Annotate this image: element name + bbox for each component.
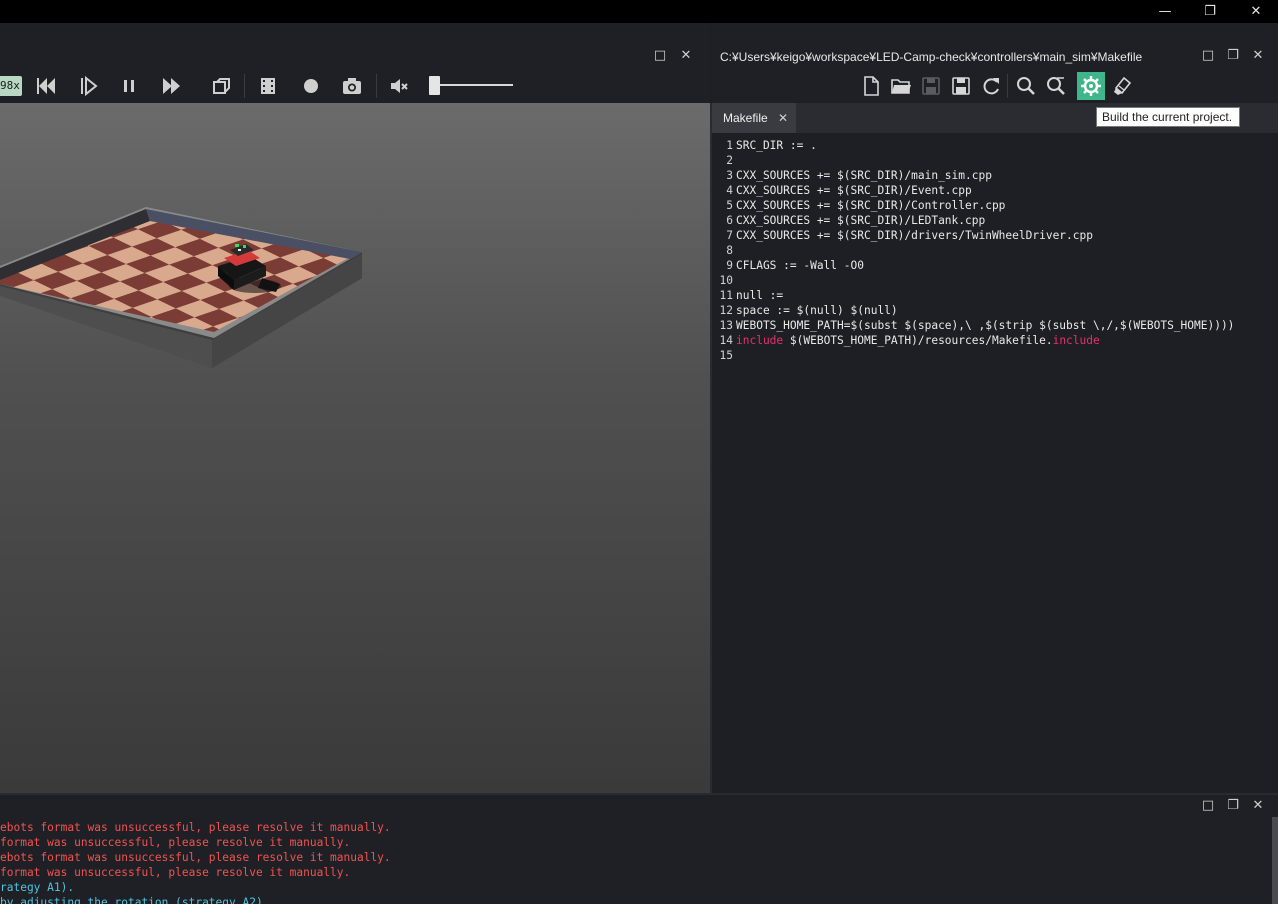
line-number: 12: [719, 304, 733, 317]
toolbar-separator: [376, 74, 377, 98]
code-line[interactable]: 9 CFLAGS := -Wall -O0: [712, 258, 864, 273]
console-line: ebots format was unsuccessful, please re…: [0, 821, 391, 834]
console-header: [0, 795, 1278, 817]
code-text: SRC_DIR := .: [736, 139, 817, 152]
minimize-button[interactable]: —: [1142, 0, 1188, 23]
code-text: CXX_SOURCES += $(SRC_DIR)/Event.cpp: [736, 184, 972, 197]
maximize-editor-button[interactable]: □: [1201, 49, 1215, 63]
code-text: CXX_SOURCES += $(SRC_DIR)/drivers/TwinWh…: [736, 229, 1093, 242]
reset-view-icon[interactable]: [209, 74, 233, 98]
new-file-icon[interactable]: [859, 74, 883, 98]
console-line: by adjusting the rotation (strategy A2).: [0, 896, 270, 904]
code-line[interactable]: 12 space := $(null) $(null): [712, 303, 898, 318]
step-back-icon[interactable]: [34, 74, 58, 98]
code-text: CXX_SOURCES += $(SRC_DIR)/main_sim.cpp: [736, 169, 992, 182]
code-text: CXX_SOURCES += $(SRC_DIR)/LEDTank.cpp: [736, 214, 986, 227]
gutter-gap: [733, 243, 736, 258]
find-icon[interactable]: [1014, 74, 1038, 98]
code-line[interactable]: 3 CXX_SOURCES += $(SRC_DIR)/main_sim.cpp: [712, 168, 992, 183]
pause-icon[interactable]: [117, 74, 141, 98]
line-number: 11: [719, 289, 733, 302]
console-line: format was unsuccessful, please resolve …: [0, 866, 351, 879]
gutter-gap: [733, 153, 736, 168]
build-tooltip: Build the current project.: [1096, 107, 1240, 127]
line-number: 4: [726, 184, 733, 197]
keyword-text: include: [1052, 334, 1100, 347]
code-text: CFLAGS := -Wall -O0: [736, 259, 864, 272]
webots-window: — ❐ ✕ □ ✕ 98x C:¥Users¥keigo¥workspace¥L…: [0, 0, 1278, 904]
record-icon[interactable]: [299, 74, 323, 98]
fast-forward-icon[interactable]: [160, 74, 184, 98]
close-3d-view-button[interactable]: ✕: [679, 49, 693, 63]
line-number: 7: [726, 229, 733, 242]
close-tab-icon[interactable]: ✕: [778, 110, 788, 126]
movie-icon[interactable]: [256, 74, 280, 98]
step-icon[interactable]: [77, 74, 101, 98]
code-line[interactable]: 6 CXX_SOURCES += $(SRC_DIR)/LEDTank.cpp: [712, 213, 985, 228]
simulation-speed-indicator: 98x: [0, 76, 22, 96]
code-line[interactable]: 11 null :=: [712, 288, 784, 303]
code-text: space := $(null) $(null): [736, 304, 898, 317]
code-line[interactable]: 15: [712, 348, 736, 363]
code-text: WEBOTS_HOME_PATH=$(subst $(space),\ ,$(s…: [736, 319, 1235, 332]
console-output[interactable]: ebots format was unsuccessful, please re…: [0, 817, 1272, 904]
line-number: 15: [719, 349, 733, 362]
tab-label[interactable]: Makefile: [723, 110, 768, 126]
console-line: rategy A1).: [0, 881, 75, 894]
save-icon[interactable]: [919, 74, 943, 98]
maximize-console-button[interactable]: □: [1201, 799, 1215, 813]
console-line: format was unsuccessful, please resolve …: [0, 836, 351, 849]
restore-button[interactable]: ❐: [1187, 0, 1233, 23]
console-line: ebots format was unsuccessful, please re…: [0, 851, 391, 864]
code-text: $(WEBOTS_HOME_PATH)/resources/Makefile.: [783, 334, 1053, 347]
clean-icon[interactable]: [1110, 74, 1134, 98]
code-line[interactable]: 10: [712, 273, 736, 288]
gutter-gap: [733, 348, 736, 363]
open-file-icon[interactable]: [889, 74, 913, 98]
editor-file-path: C:¥Users¥keigo¥workspace¥LED-Camp-check¥…: [720, 50, 1143, 64]
replace-icon[interactable]: [1044, 74, 1068, 98]
keyword-text: include: [736, 334, 784, 347]
revert-icon[interactable]: [979, 74, 1003, 98]
line-number: 3: [726, 169, 733, 182]
maximize-3d-view-button[interactable]: □: [653, 49, 667, 63]
close-editor-button[interactable]: ✕: [1251, 49, 1265, 63]
code-line[interactable]: 1 SRC_DIR := .: [712, 138, 817, 153]
line-number: 5: [726, 199, 733, 212]
code-line[interactable]: 14 include $(WEBOTS_HOME_PATH)/resources…: [712, 333, 1100, 348]
toolbar-separator: [1007, 74, 1008, 98]
volume-slider-thumb[interactable]: [429, 76, 440, 95]
code-line[interactable]: 7 CXX_SOURCES += $(SRC_DIR)/drivers/Twin…: [712, 228, 1093, 243]
float-editor-button[interactable]: ❐: [1226, 49, 1240, 63]
line-number: 1: [726, 139, 733, 152]
build-icon[interactable]: [1077, 72, 1105, 100]
volume-slider[interactable]: [432, 84, 513, 86]
code-line[interactable]: 4 CXX_SOURCES += $(SRC_DIR)/Event.cpp: [712, 183, 972, 198]
float-console-button[interactable]: ❐: [1226, 799, 1240, 813]
code-text: null :=: [736, 289, 784, 302]
3d-viewport[interactable]: [0, 103, 710, 793]
console-scrollbar[interactable]: [1272, 817, 1278, 904]
code-line[interactable]: 2: [712, 153, 736, 168]
close-window-button[interactable]: ✕: [1233, 0, 1278, 23]
code-line[interactable]: 8: [712, 243, 736, 258]
code-line[interactable]: 5 CXX_SOURCES += $(SRC_DIR)/Controller.c…: [712, 198, 1005, 213]
window-title-bar: — ❐ ✕: [0, 0, 1278, 23]
line-number: 13: [719, 319, 733, 332]
line-number: 6: [726, 214, 733, 227]
mute-icon[interactable]: [387, 74, 411, 98]
line-number: 8: [726, 244, 733, 257]
save-all-icon[interactable]: [949, 74, 973, 98]
code-text: CXX_SOURCES += $(SRC_DIR)/Controller.cpp: [736, 199, 1006, 212]
code-line[interactable]: 13 WEBOTS_HOME_PATH=$(subst $(space),\ ,…: [712, 318, 1235, 333]
close-console-button[interactable]: ✕: [1251, 799, 1265, 813]
toolbar-separator: [244, 74, 245, 98]
arena-scene: [0, 207, 362, 368]
line-number: 9: [726, 259, 733, 272]
screenshot-icon[interactable]: [340, 74, 364, 98]
gutter-gap: [733, 273, 736, 288]
line-number: 2: [726, 154, 733, 167]
line-number: 14: [719, 334, 733, 347]
line-number: 10: [719, 274, 733, 287]
